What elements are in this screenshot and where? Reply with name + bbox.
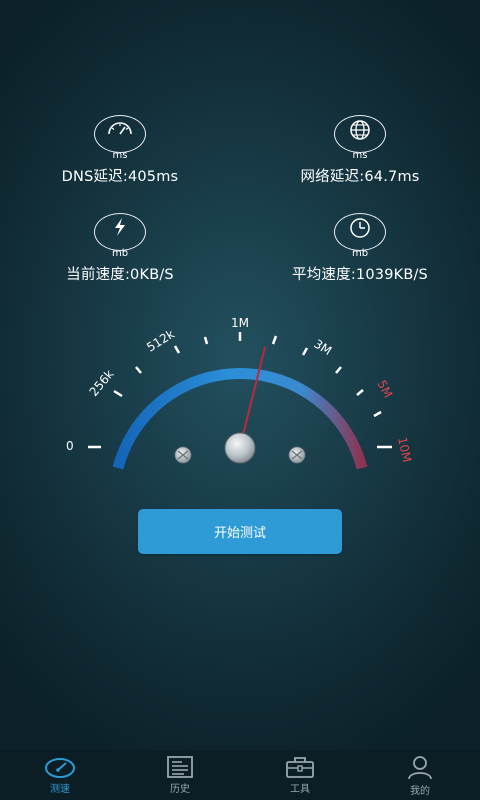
tab-profile[interactable]: 我的 [360, 750, 480, 800]
current-speed-stat: mb 当前速度:0KB/S [10, 213, 230, 284]
average-speed-text: 平均速度:1039KB/S [292, 267, 428, 283]
tab-profile-label: 我的 [410, 786, 430, 797]
tab-speed-test[interactable]: 测速 [0, 750, 120, 800]
start-test-label: 开始测试 [213, 526, 266, 541]
dns-badge: ms [94, 115, 146, 161]
current-badge: mb [94, 213, 146, 259]
current-speed-text: 当前速度:0KB/S [66, 267, 174, 283]
speedometer-icon [45, 758, 75, 778]
average-badge: mb [334, 213, 386, 259]
gauge-label-5m: 5M [374, 378, 395, 400]
gauge-label-512k: 512k [144, 327, 177, 355]
gauge-knob [224, 432, 256, 464]
average-unit: mb [351, 248, 369, 259]
gauge-label-256k: 256k [87, 367, 117, 399]
gauge-needle [239, 346, 266, 448]
average-speed-stat: mb 平均速度:1039KB/S [250, 213, 470, 284]
tab-tools[interactable]: 工具 [240, 750, 360, 800]
toolbox-icon [286, 757, 314, 778]
gauge-screw-left [174, 446, 192, 464]
network-unit: ms [352, 150, 368, 161]
user-icon [408, 756, 432, 780]
globe-icon [350, 120, 370, 140]
gauge-label-10m: 10M [395, 436, 414, 464]
tab-speed-test-label: 测速 [50, 784, 70, 795]
speedometer-icon [108, 122, 132, 135]
dns-latency-text: DNS延迟:405ms [61, 169, 179, 185]
lightning-icon [115, 218, 125, 236]
dns-unit: ms [112, 150, 128, 161]
tab-tools-label: 工具 [290, 784, 310, 795]
gauge-label-1m: 1M [231, 316, 249, 330]
network-latency-text: 网络延迟:64.7ms [300, 169, 420, 185]
tab-history-label: 历史 [170, 784, 190, 795]
speed-gauge: 0 256k 512k 1M 3M 5M 10M [66, 316, 414, 470]
network-latency-stat: ms 网络延迟:64.7ms [250, 115, 470, 186]
gauge-screw-right [288, 446, 306, 464]
network-badge: ms [334, 115, 386, 161]
current-unit: mb [111, 248, 129, 259]
bottom-tab-bar: 测速 历史 工具 我的 [0, 750, 480, 800]
start-test-button[interactable]: 开始测试 [138, 509, 342, 554]
dns-latency-stat: ms DNS延迟:405ms [10, 115, 230, 186]
tab-history[interactable]: 历史 [120, 750, 240, 800]
gauge-label-3m: 3M [311, 337, 334, 358]
document-icon [167, 756, 193, 778]
clock-icon [350, 218, 370, 238]
gauge-label-0: 0 [66, 439, 74, 453]
